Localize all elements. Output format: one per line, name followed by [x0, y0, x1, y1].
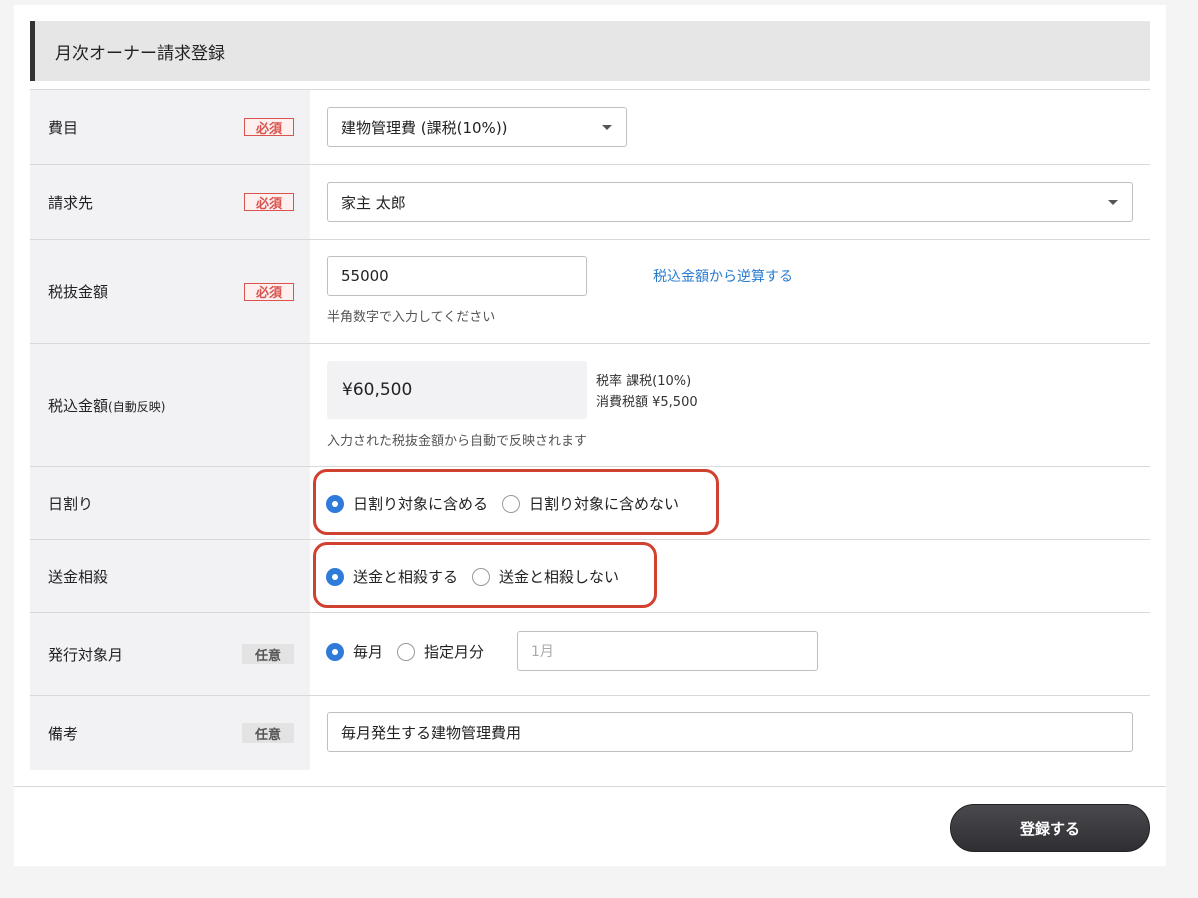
- billing-to-select[interactable]: 家主 太郎: [327, 182, 1133, 222]
- footer-divider: [14, 786, 1166, 787]
- radio-checked-icon: [326, 642, 344, 661]
- amount-incl-hint: 入力された税抜金額から自動で反映されます: [327, 434, 588, 449]
- issue-month-option-every-label: 毎月: [353, 643, 384, 661]
- row-offset: 送金相殺 送金と相殺する 送金と相殺しない: [30, 540, 1150, 613]
- label-cell-billing-to: 請求先 必須: [30, 165, 310, 239]
- note-value: 毎月発生する建物管理費用: [341, 723, 522, 742]
- row-note: 備考 任意 毎月発生する建物管理費用: [30, 696, 1150, 770]
- amount-excl-value: 55000: [341, 267, 389, 285]
- offset-radio-group: 送金と相殺する 送金と相殺しない: [326, 566, 633, 587]
- content-billing-to: 家主 太郎: [310, 165, 1150, 239]
- label-offset: 送金相殺: [48, 567, 109, 586]
- label-prorate: 日割り: [48, 494, 94, 513]
- label-note: 備考: [48, 724, 79, 743]
- issue-month-input[interactable]: 1月: [517, 631, 818, 671]
- required-badge: 必須: [244, 282, 294, 301]
- page-title: 月次オーナー請求登録: [30, 21, 1150, 81]
- content-amount-incl: ¥60,500 税率 課税(10%) 消費税額 ¥5,500 入力された税抜金額…: [310, 344, 1150, 466]
- registration-form: 費目 必須 建物管理費 (課税(10%)) 請求先 必須 家主 太郎 税抜金額 …: [30, 89, 1150, 770]
- offset-option-no[interactable]: 送金と相殺しない: [472, 566, 619, 587]
- row-prorate: 日割り 日割り対象に含める 日割り対象に含めない: [30, 467, 1150, 540]
- chevron-down-icon: [1108, 200, 1118, 205]
- optional-badge: 任意: [242, 723, 294, 743]
- reverse-calc-link[interactable]: 税込金額から逆算する: [653, 266, 793, 286]
- label-amount-incl: 税込金額(自動反映): [48, 395, 165, 416]
- offset-option-yes[interactable]: 送金と相殺する: [326, 566, 458, 587]
- issue-month-radio-group: 毎月 指定月分: [326, 641, 498, 662]
- issue-month-option-specified-label: 指定月分: [424, 643, 485, 661]
- label-cell-prorate: 日割り: [30, 467, 310, 539]
- row-issue-month: 発行対象月 任意 毎月 指定月分 1月: [30, 613, 1150, 696]
- prorate-option-exclude[interactable]: 日割り対象に含めない: [502, 493, 679, 514]
- prorate-radio-group: 日割り対象に含める 日割り対象に含めない: [326, 493, 693, 514]
- label-issue-month: 発行対象月: [48, 645, 124, 664]
- prorate-option-exclude-label: 日割り対象に含めない: [529, 495, 680, 513]
- label-cell-offset: 送金相殺: [30, 540, 310, 612]
- content-offset: 送金と相殺する 送金と相殺しない: [310, 540, 1150, 612]
- content-expense: 建物管理費 (課税(10%)): [310, 90, 1150, 164]
- prorate-option-include-label: 日割り対象に含める: [353, 495, 489, 513]
- amount-incl-display: ¥60,500: [327, 361, 587, 419]
- tax-rate: 税率 課税(10%): [596, 374, 692, 389]
- content-amount-excl: 55000 半角数字で入力してください 税込金額から逆算する: [310, 240, 1150, 343]
- required-badge: 必須: [244, 193, 294, 212]
- content-note: 毎月発生する建物管理費用: [310, 696, 1150, 770]
- label-cell-note: 備考 任意: [30, 696, 310, 770]
- content-prorate: 日割り対象に含める 日割り対象に含めない: [310, 467, 1150, 539]
- chevron-down-icon: [602, 125, 612, 130]
- content-issue-month: 毎月 指定月分 1月: [310, 613, 1150, 695]
- optional-badge: 任意: [242, 644, 294, 664]
- radio-unchecked-icon: [472, 567, 491, 586]
- note-input[interactable]: 毎月発生する建物管理費用: [327, 712, 1133, 752]
- label-billing-to: 請求先: [48, 193, 94, 212]
- form-panel: 月次オーナー請求登録 費目 必須 建物管理費 (課税(10%)) 請求先 必須: [14, 5, 1166, 866]
- label-cell-issue-month: 発行対象月 任意: [30, 613, 310, 695]
- label-amount-incl-main: 税込金額: [48, 396, 109, 415]
- radio-unchecked-icon: [397, 642, 416, 661]
- offset-option-no-label: 送金と相殺しない: [499, 568, 620, 586]
- radio-checked-icon: [326, 494, 344, 513]
- billing-to-select-value: 家主 太郎: [341, 193, 406, 212]
- row-amount-excl: 税抜金額 必須 55000 半角数字で入力してください 税込金額から逆算する: [30, 240, 1150, 344]
- row-billing-to: 請求先 必須 家主 太郎: [30, 165, 1150, 240]
- label-amount-incl-sub: (自動反映): [108, 399, 166, 414]
- required-badge: 必須: [244, 118, 294, 137]
- page-title-text: 月次オーナー請求登録: [55, 43, 225, 64]
- offset-option-yes-label: 送金と相殺する: [353, 568, 459, 586]
- issue-month-placeholder: 1月: [531, 644, 554, 660]
- amount-excl-hint: 半角数字で入力してください: [327, 310, 496, 325]
- prorate-option-include[interactable]: 日割り対象に含める: [326, 493, 488, 514]
- row-expense: 費目 必須 建物管理費 (課税(10%)): [30, 90, 1150, 165]
- label-cell-amount-incl: 税込金額(自動反映): [30, 344, 310, 466]
- expense-select-value: 建物管理費 (課税(10%)): [341, 118, 508, 137]
- tax-info: 税率 課税(10%) 消費税額 ¥5,500: [596, 371, 698, 413]
- radio-unchecked-icon: [502, 494, 521, 513]
- submit-button[interactable]: 登録する: [950, 804, 1150, 852]
- label-expense: 費目: [48, 118, 79, 137]
- label-cell-expense: 費目 必須: [30, 90, 310, 164]
- amount-incl-value: ¥60,500: [342, 380, 413, 400]
- issue-month-option-specified[interactable]: 指定月分: [397, 641, 484, 662]
- amount-excl-input[interactable]: 55000: [327, 256, 587, 296]
- label-amount-excl: 税抜金額: [48, 283, 109, 301]
- tax-amount: 消費税額 ¥5,500: [596, 395, 698, 410]
- label-cell-amount-excl: 税抜金額 必須: [30, 240, 310, 343]
- row-amount-incl: 税込金額(自動反映) ¥60,500 税率 課税(10%) 消費税額 ¥5,50…: [30, 344, 1150, 467]
- expense-select[interactable]: 建物管理費 (課税(10%)): [327, 107, 627, 147]
- radio-checked-icon: [326, 567, 344, 586]
- issue-month-option-every[interactable]: 毎月: [326, 641, 383, 662]
